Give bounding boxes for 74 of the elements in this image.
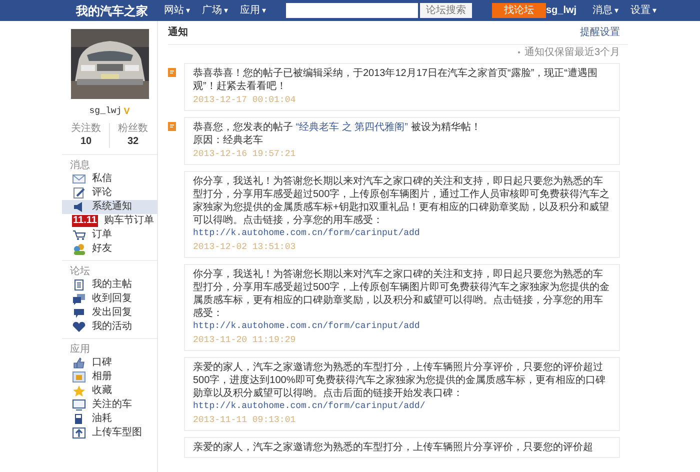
notification-date: 2013-12-02 13:51:03 xyxy=(193,241,297,254)
profile-username[interactable]: sg_lwj xyxy=(89,105,122,118)
sidebar-item[interactable]: 我的主帖 xyxy=(62,278,157,292)
search-field[interactable] xyxy=(286,3,418,18)
stat-label: 关注数 xyxy=(71,122,101,134)
notification-date: 2013-12-16 19:57:21 xyxy=(193,148,297,161)
section-heading: 消息 xyxy=(69,158,91,172)
note-icon xyxy=(168,68,176,77)
nav-menu[interactable]: 广场 ▾ xyxy=(202,4,228,16)
speech-bubbles-icon xyxy=(72,292,86,304)
url-link[interactable]: http://k.autohome.com.cn/form/carinput/add xyxy=(193,227,611,240)
retention-note: 通知仅保留最近3个月 xyxy=(524,46,620,60)
page-title: 通知 xyxy=(168,26,188,40)
sidebar-item[interactable]: 11.11 购车节订单 xyxy=(62,214,157,228)
notification-text: 亲爱的家人，汽车之家邀请您为熟悉的车型打分，上传车辆照片分享评价，只要您的评价超 xyxy=(193,441,594,454)
sidebar-item[interactable]: 好友 xyxy=(62,242,157,256)
upload-icon xyxy=(72,426,86,438)
notification-text: 亲爱的家人，汽车之家邀请您为熟悉的车型打分，上传车辆照片分享评价，只要您的评价超过500字，进度达到100%即可免费获得汽车之家独家为您提供的金属质感车标，更有相应的口碑勋章以及积分威望可以得哟。点击后面的链接开始发表口碑： http://k.autohome.com.cn/form/carinput/add/ xyxy=(193,361,611,413)
url-link[interactable]: http://k.autohome.com.cn/form/carinput/add xyxy=(193,320,611,333)
header-menu[interactable]: 设置 ▾ xyxy=(630,4,657,16)
people-icon xyxy=(72,242,86,254)
sidebar-item[interactable]: 收到回复 xyxy=(62,292,157,306)
username-link[interactable]: sg_lwj xyxy=(546,3,577,18)
sale-badge-icon: 11.11 xyxy=(72,214,98,226)
caret-icon: ▾ xyxy=(652,4,657,16)
edit-icon xyxy=(72,186,86,198)
sidebar-item[interactable]: 发出回复 xyxy=(62,306,157,320)
sidebar-item[interactable]: 私信 xyxy=(62,172,157,186)
sidebar-item[interactable]: 油耗 xyxy=(62,412,157,426)
sidebar-item[interactable]: 评论 xyxy=(62,186,157,200)
caret-icon: ▾ xyxy=(186,4,190,16)
notification-date: 2013-11-11 09:13:01 xyxy=(193,414,297,427)
notification-text: 恭喜您，您发表的帖子 “经典老车 之 第四代雅阁” 被设为精华帖！ 原因：经典老车 xyxy=(193,121,482,147)
sidebar-item[interactable]: 上传车型图 xyxy=(62,426,157,440)
notification-text: 恭喜恭喜！您的帖子已被编辑采纳，于2013年12月17日在汽车之家首页“露脸”，现正“遭遇围观”！赶紧去看看吧！ xyxy=(193,67,598,93)
note-icon xyxy=(168,122,176,131)
sidebar-item[interactable]: 订单 xyxy=(62,228,157,242)
section-heading: 应用 xyxy=(69,342,91,356)
photo-icon xyxy=(72,370,86,382)
reminder-settings-link[interactable]: 提醒设置 xyxy=(580,25,620,40)
star-icon xyxy=(72,384,86,396)
caret-icon: ▾ xyxy=(614,4,619,16)
envelope-icon xyxy=(72,172,86,184)
sidebar-item[interactable]: 口碑 xyxy=(62,356,157,370)
section-heading: 论坛 xyxy=(69,264,91,278)
thumbs-up-icon xyxy=(72,356,86,368)
sidebar-item[interactable]: 关注的车 xyxy=(62,398,157,412)
nav-menu[interactable]: 网站 ▾ xyxy=(164,4,190,16)
url-link[interactable]: http://k.autohome.com.cn/form/carinput/add/ xyxy=(193,400,611,413)
notification-text: 你分享，我送礼！为答谢您长期以来对汽车之家口碑的关注和支持，即日起只要您为熟悉的车型打分，分享用车感受超过500字，上传原创车辆图片即可免费获得汽车之家独家为您提供的金属质感车标，更有相应的口碑勋章奖励，以及积分和威望可以得哟。点击链接，分享您的用车感受： http://k.autohome.com.cn/form/carinput/add xyxy=(193,268,611,333)
sidebar-item[interactable]: 系统通知 xyxy=(62,200,157,214)
heart-icon xyxy=(72,320,86,332)
post-link[interactable]: “经典老车 之 第四代雅阁” xyxy=(296,122,408,133)
speech-bubble-icon xyxy=(72,306,86,318)
notification-date: 2013-11-20 11:19:29 xyxy=(193,334,297,347)
cart-icon xyxy=(72,228,86,240)
monitor-icon xyxy=(72,398,86,410)
stat-value[interactable]: 32 xyxy=(127,134,139,148)
stat-label: 粉丝数 xyxy=(118,122,148,134)
header-menu[interactable]: 消息 ▾ xyxy=(592,4,619,16)
nav-menu[interactable]: 应用 ▾ xyxy=(240,4,266,16)
sidebar-item[interactable]: 相册 xyxy=(62,370,157,384)
bullet-icon: • xyxy=(518,46,520,58)
verified-mark: V xyxy=(124,105,130,118)
notification-date: 2013-12-17 00:01:04 xyxy=(193,94,297,107)
notification-text: 你分享，我送礼！为答谢您长期以来对汽车之家口碑的关注和支持，即日起只要您为熟悉的车型打分，分享用车感受超过500字，上传原创车辆图片，通过工作人员审核即可免费获得汽车之家独家为您提供的金属质感车标+钥匙扣双重礼品！更有相应的口碑勋章奖励，以及积分和威望可以得哟。点击链接，分享您的用车感受： http://k.autohome.com.cn/form/carinput/add xyxy=(193,175,611,240)
site-logo[interactable]: 我的汽车之家 xyxy=(76,4,148,18)
sidebar-item[interactable]: 收藏 xyxy=(62,384,157,398)
caret-icon: ▾ xyxy=(262,4,266,16)
caret-icon: ▾ xyxy=(224,4,228,16)
sidebar-item[interactable]: 我的活动 xyxy=(62,320,157,334)
document-icon xyxy=(72,278,86,290)
stat-value[interactable]: 10 xyxy=(80,134,92,148)
search-button[interactable]: 论坛搜索 xyxy=(420,3,472,18)
